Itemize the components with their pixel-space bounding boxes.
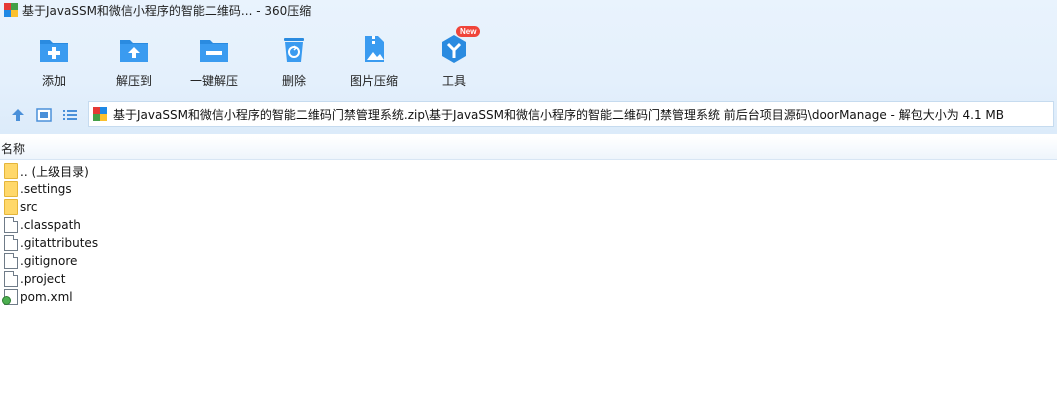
folder-icon	[4, 181, 18, 197]
item-name: .project	[20, 272, 66, 286]
image-compress-icon	[365, 36, 384, 62]
tools-icon	[442, 35, 466, 63]
image-compress-button[interactable]: 图片压缩	[334, 26, 414, 90]
image-compress-label: 图片压缩	[349, 74, 398, 88]
address-bar[interactable]: 基于JavaSSM和微信小程序的智能二维码门禁管理系统.zip\基于JavaSS…	[88, 101, 1054, 127]
app-logo-icon	[4, 3, 18, 17]
item-name: pom.xml	[20, 290, 73, 304]
delete-icon	[284, 38, 304, 62]
list-item[interactable]: .gitignore	[0, 252, 1057, 270]
list-item[interactable]: .settings	[0, 180, 1057, 198]
delete-label: 删除	[281, 74, 306, 88]
list-item[interactable]: src	[0, 198, 1057, 216]
item-name: .gitignore	[20, 254, 78, 268]
title-bar: 基于JavaSSM和微信小程序的智能二维码... - 360压缩	[0, 0, 1057, 20]
list-item[interactable]: .gitattributes	[0, 234, 1057, 252]
folder-icon	[4, 199, 18, 215]
file-icon	[4, 235, 18, 251]
address-row: 基于JavaSSM和微信小程序的智能二维码门禁管理系统.zip\基于JavaSS…	[0, 100, 1057, 130]
add-label: 添加	[41, 74, 66, 88]
one-click-extract-icon	[200, 40, 228, 62]
tools-label: 工具	[441, 74, 466, 88]
add-button[interactable]: 添加	[14, 26, 94, 90]
tools-button[interactable]: New 工具	[414, 26, 494, 90]
add-icon	[40, 40, 68, 62]
item-name: .settings	[20, 182, 72, 196]
item-name: .classpath	[20, 218, 81, 232]
new-badge: New	[456, 26, 481, 37]
extract-to-icon	[120, 40, 148, 62]
one-click-extract-button[interactable]: 一键解压	[174, 26, 254, 90]
extract-to-label: 解压到	[115, 74, 152, 88]
list-item[interactable]: pom.xml	[0, 288, 1057, 306]
thumbnail-view-icon[interactable]	[36, 108, 52, 122]
file-icon	[4, 271, 18, 287]
archive-icon	[93, 107, 107, 121]
toolbar: 添加 解压到 一键解压 删除 图片压缩 New 工具	[14, 26, 494, 90]
list-item-parent-dir[interactable]: .. (上级目录)	[0, 162, 1057, 180]
list-view-icon[interactable]	[62, 108, 78, 122]
file-icon	[4, 217, 18, 233]
column-name-header[interactable]: 名称	[1, 140, 25, 157]
file-icon	[4, 253, 18, 269]
address-path: 基于JavaSSM和微信小程序的智能二维码门禁管理系统.zip\基于JavaSS…	[113, 107, 1004, 122]
folder-icon	[4, 163, 18, 179]
one-click-extract-label: 一键解压	[189, 74, 238, 88]
list-item[interactable]: .classpath	[0, 216, 1057, 234]
item-name: .gitattributes	[20, 236, 99, 250]
item-name: src	[20, 200, 38, 214]
file-list: .. (上级目录) .settings src .classpath .gita…	[0, 162, 1057, 306]
window-chrome: 基于JavaSSM和微信小程序的智能二维码... - 360压缩 添加 解压到	[0, 0, 1057, 134]
xml-file-icon	[2, 289, 18, 305]
window-title: 基于JavaSSM和微信小程序的智能二维码... - 360压缩	[22, 3, 312, 18]
item-name: .. (上级目录)	[20, 164, 89, 179]
up-arrow-icon[interactable]	[10, 108, 26, 122]
list-item[interactable]: .project	[0, 270, 1057, 288]
column-header: 名称	[0, 137, 1057, 160]
delete-button[interactable]: 删除	[254, 26, 334, 90]
extract-to-button[interactable]: 解压到	[94, 26, 174, 90]
